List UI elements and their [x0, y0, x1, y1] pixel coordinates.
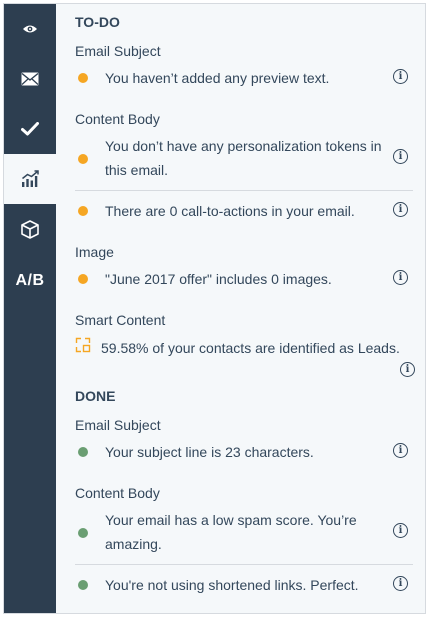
info-icon[interactable]: i: [393, 202, 408, 217]
sidebar-item-analytics[interactable]: [4, 154, 56, 204]
todo-personalization-message: You don’t have any personalization token…: [105, 138, 382, 178]
todo-smart-content-message: 59.58% of your contacts are identified a…: [101, 340, 400, 356]
done-shortened-links-message: You're not using shortened links. Perfec…: [105, 577, 359, 593]
success-dot-icon: [78, 580, 88, 590]
info-icon[interactable]: i: [393, 69, 408, 84]
todo-image-message: "June 2017 offer" includes 0 images.: [105, 271, 332, 287]
warning-dot-icon: [78, 206, 88, 216]
done-spam-score-message: Your email has a low spam score. You’re …: [105, 512, 357, 552]
email-checklist-panel: A/B TO-DO Email Subject You haven’t adde…: [3, 3, 426, 614]
sidebar-item-email[interactable]: [4, 54, 56, 104]
warning-dot-icon: [78, 274, 88, 284]
todo-cta-message: There are 0 call-to-actions in your emai…: [105, 203, 355, 219]
sidebar-item-ab-test[interactable]: A/B: [4, 256, 56, 306]
success-dot-icon: [78, 528, 88, 538]
todo-email-subject-label: Email Subject: [75, 43, 161, 59]
warning-dot-icon: [78, 154, 88, 164]
info-icon[interactable]: i: [393, 149, 408, 164]
info-icon[interactable]: i: [393, 443, 408, 458]
checkmark-icon: [21, 122, 39, 136]
divider: [75, 190, 413, 191]
todo-smart-content-label: Smart Content: [75, 312, 166, 328]
sidebar: A/B: [4, 4, 56, 613]
done-heading: DONE: [75, 388, 116, 404]
todo-content-body-label: Content Body: [75, 111, 160, 127]
done-email-subject-label: Email Subject: [75, 417, 161, 433]
eye-icon: [22, 23, 38, 35]
sidebar-item-package[interactable]: [4, 204, 56, 254]
done-subject-length-message: Your subject line is 23 characters.: [105, 444, 314, 460]
todo-preview-text-message: You haven’t added any preview text.: [105, 70, 330, 86]
done-content-body-label: Content Body: [75, 485, 160, 501]
todo-heading: TO-DO: [75, 14, 120, 30]
checklist-content: TO-DO Email Subject You haven’t added an…: [56, 4, 425, 613]
success-dot-icon: [78, 447, 88, 457]
cube-icon: [21, 219, 39, 239]
info-icon[interactable]: i: [393, 576, 408, 591]
info-icon[interactable]: i: [393, 270, 408, 285]
info-icon[interactable]: i: [400, 362, 415, 377]
envelope-icon: [21, 72, 39, 86]
todo-image-label: Image: [75, 244, 114, 260]
ab-test-label: A/B: [15, 272, 45, 289]
chart-icon: [21, 170, 39, 188]
divider: [75, 564, 413, 565]
info-icon[interactable]: i: [393, 523, 408, 538]
sidebar-item-checklist[interactable]: [4, 104, 56, 154]
sidebar-item-preview[interactable]: [4, 4, 56, 54]
smart-content-icon: [75, 337, 91, 353]
warning-dot-icon: [78, 73, 88, 83]
